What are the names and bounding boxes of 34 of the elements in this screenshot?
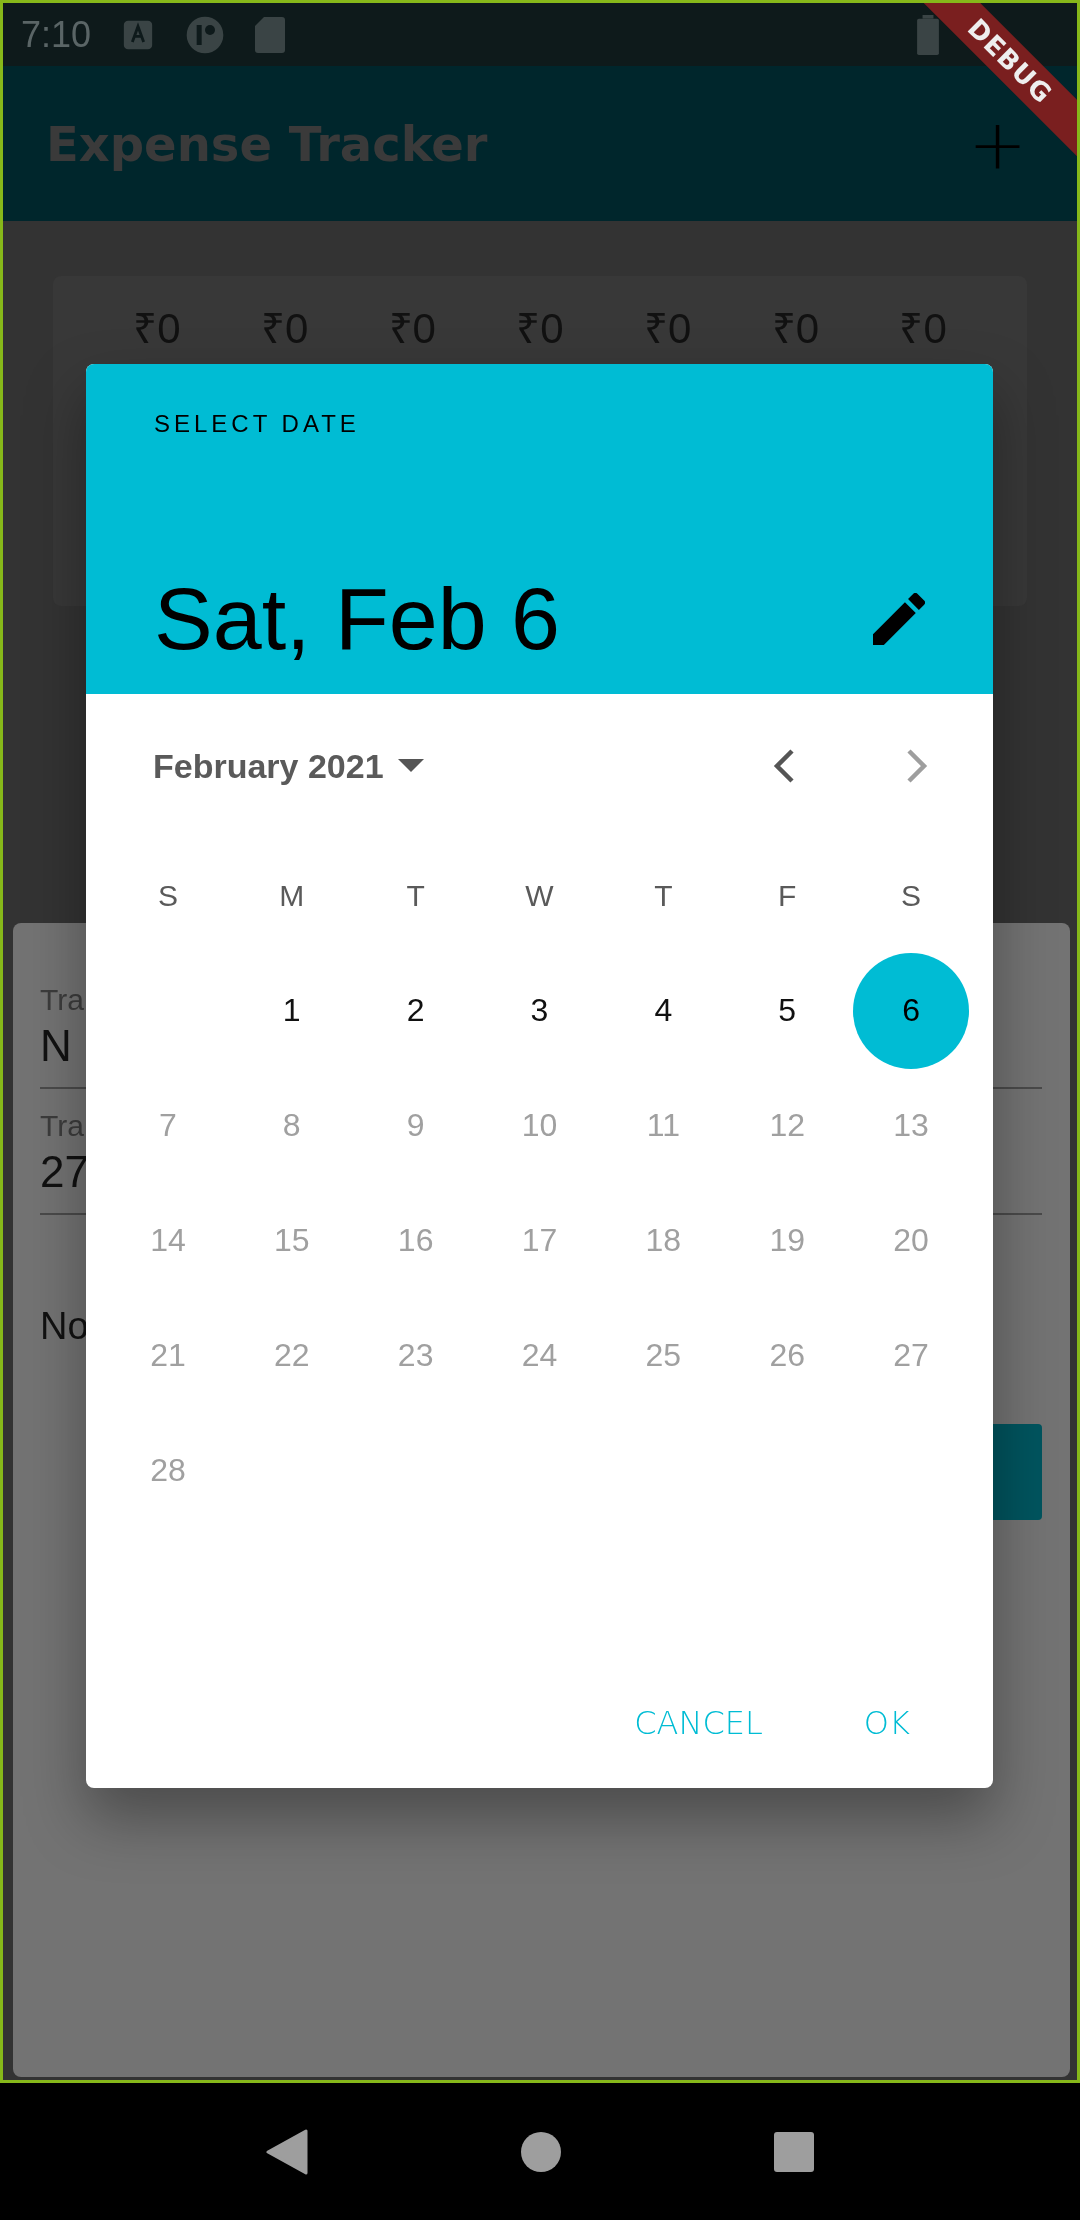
day-button[interactable]: 5 <box>729 952 846 1069</box>
day-button[interactable]: 6 <box>853 952 970 1069</box>
dropdown-icon <box>397 759 424 773</box>
edit-icon[interactable] <box>873 593 925 645</box>
chevron-left-icon <box>772 748 796 784</box>
home-icon[interactable] <box>521 2131 561 2172</box>
chevron-right-icon <box>905 748 929 784</box>
app-notification-icon <box>185 14 226 55</box>
weekday-label: T <box>654 878 673 914</box>
recents-icon[interactable] <box>773 2131 814 2172</box>
selected-date: Sat, Feb 6 <box>154 568 560 670</box>
weekday-label: W <box>525 878 554 914</box>
weekday-label: F <box>778 878 797 914</box>
dialog-heading: SELECT DATE <box>154 410 360 438</box>
month-selector[interactable]: February 2021 <box>153 746 424 786</box>
weekday-label: S <box>901 878 922 914</box>
sd-card-icon <box>255 15 286 54</box>
battery-icon <box>917 14 939 55</box>
field-value: 27 <box>40 1147 89 1197</box>
day-button[interactable]: 1 <box>233 952 350 1069</box>
dialog-action-button[interactable]: CANCEL <box>610 1680 787 1766</box>
add-button[interactable]: + <box>964 108 1031 179</box>
field-value: N <box>40 1021 72 1071</box>
day-button[interactable]: 2 <box>357 952 474 1069</box>
weekday-label: T <box>406 878 425 914</box>
back-icon[interactable] <box>266 2128 309 2175</box>
weekday-label: S <box>157 878 178 914</box>
day-button[interactable]: 3 <box>481 952 598 1069</box>
status-time: 7:10 <box>21 13 92 56</box>
date-text: No <box>40 1305 89 1348</box>
day-button[interactable]: 4 <box>605 952 722 1069</box>
weekday-label: M <box>279 878 305 914</box>
dialog-action-button[interactable]: OK <box>839 1680 934 1766</box>
app-title: Expense Tracker <box>46 115 488 172</box>
